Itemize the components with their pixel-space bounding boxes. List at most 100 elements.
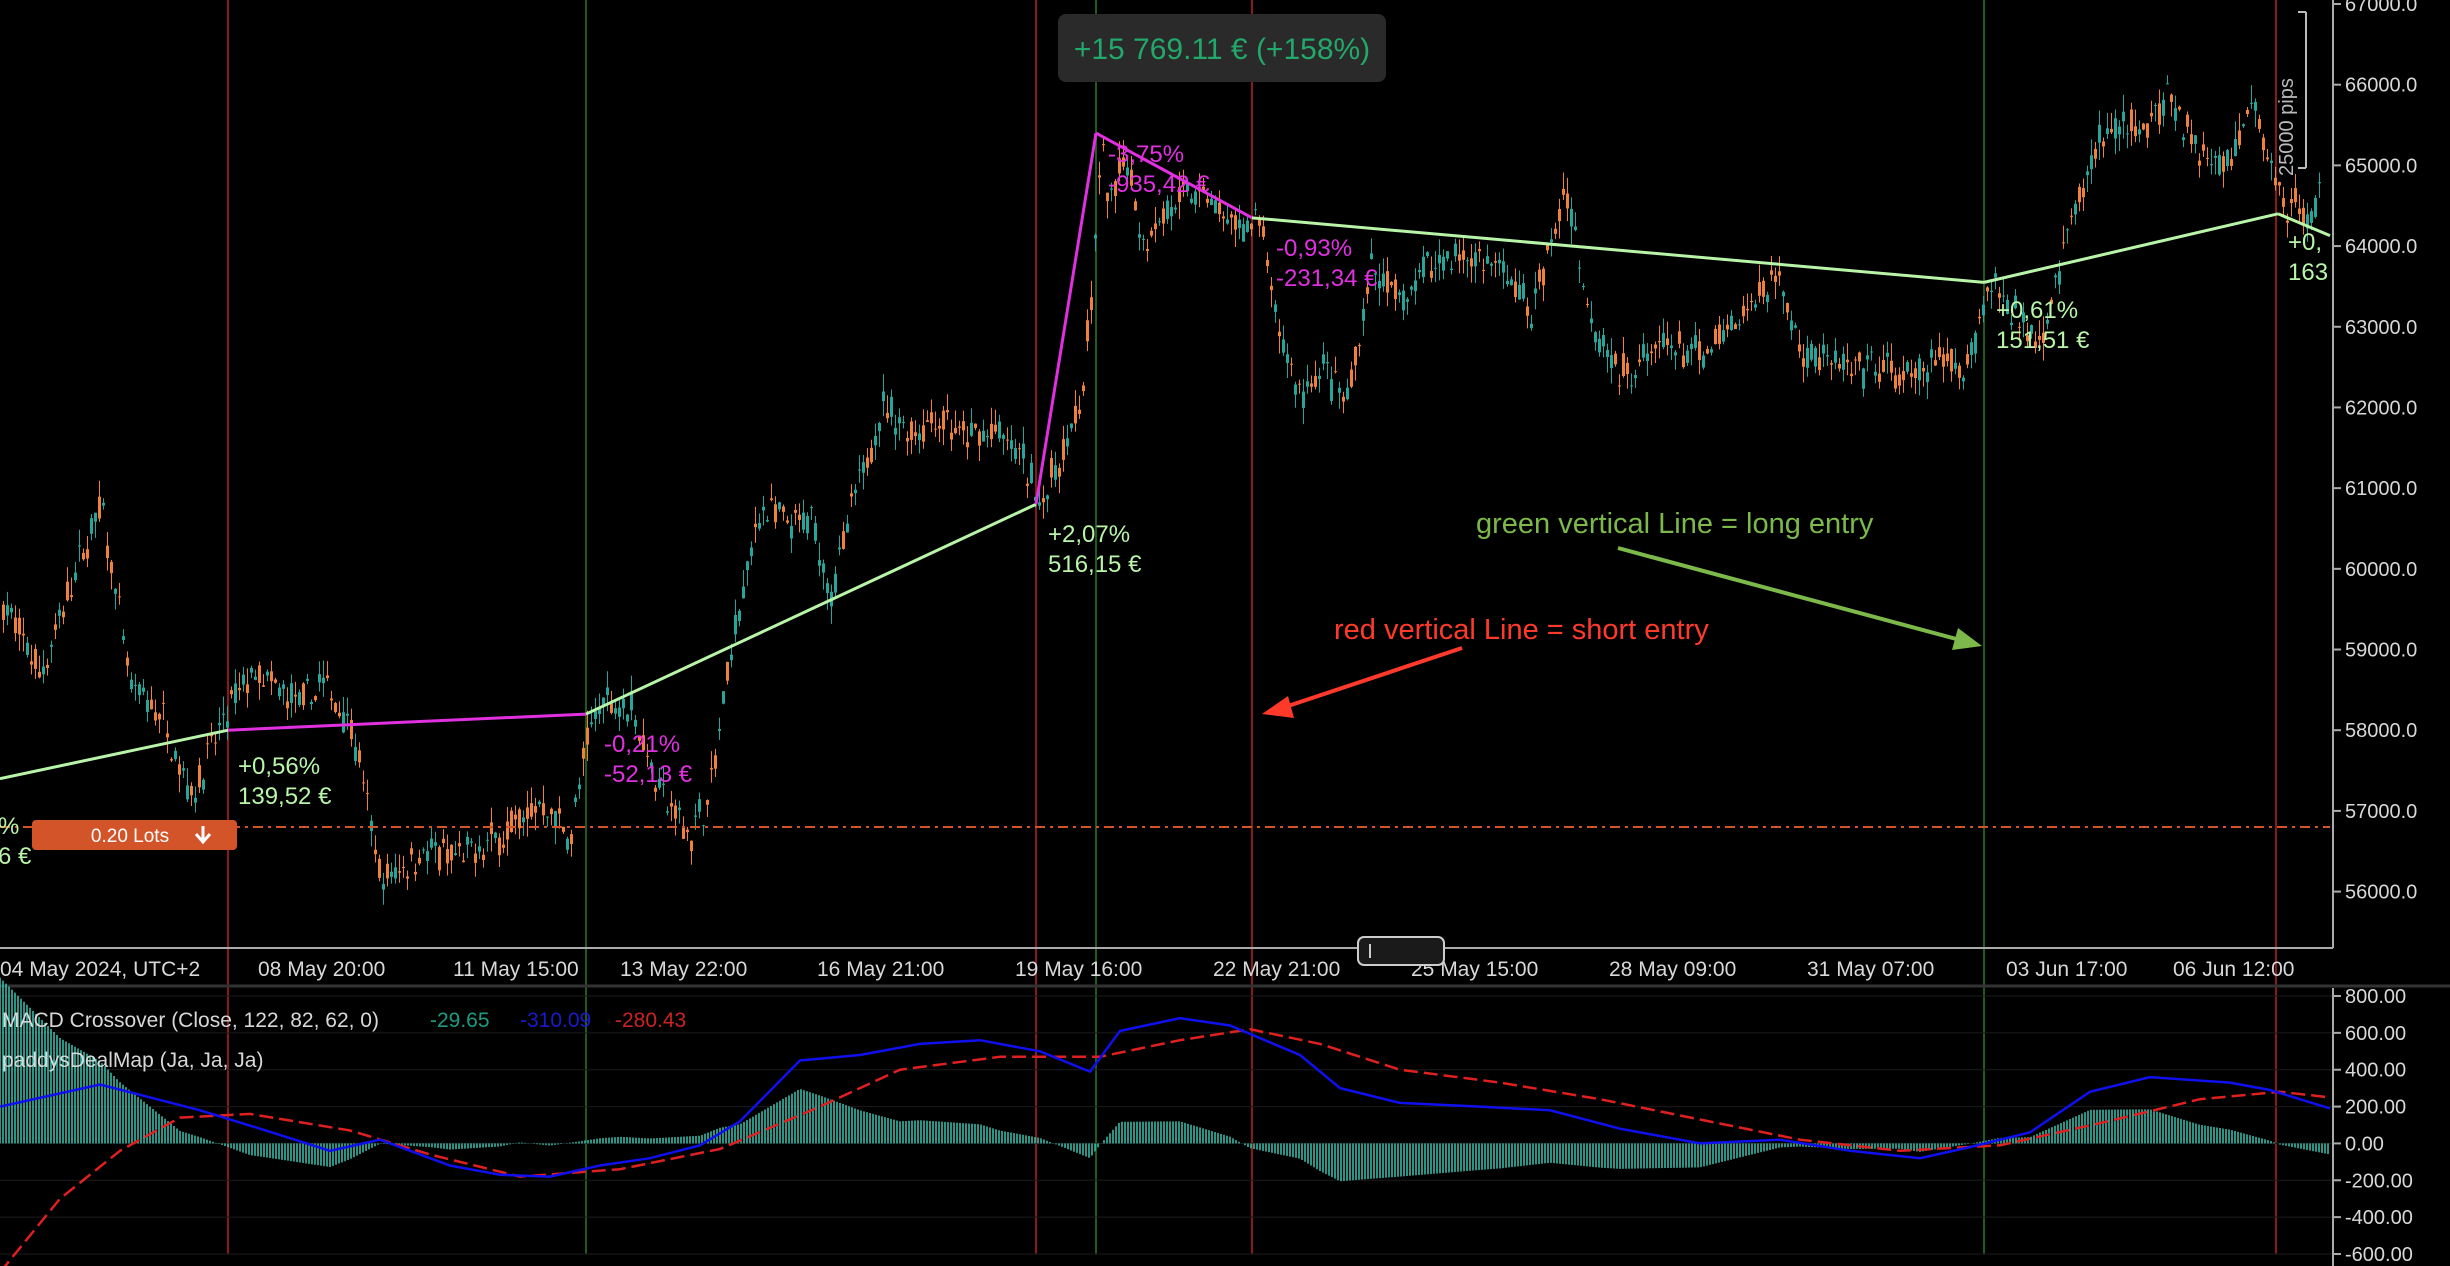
candle-body <box>50 644 53 647</box>
candle-body <box>518 809 521 829</box>
candle-body <box>282 684 285 689</box>
trading-chart[interactable]: % 6 € +0,56% 139,52 € -0,21% -52,13 € +2,07% 51… <box>0 0 2450 1266</box>
candle-body <box>194 797 197 803</box>
candle-body <box>882 391 885 402</box>
candle-body <box>794 509 797 513</box>
trade-label-amount: -52,13 € <box>604 761 693 788</box>
candle-body <box>126 657 129 666</box>
candle-body <box>1206 198 1209 203</box>
candle-body <box>430 838 433 848</box>
candle-body <box>206 743 209 745</box>
candle-body <box>66 581 69 601</box>
candle-body <box>766 520 769 522</box>
lots-badge[interactable]: 0.20 Lots <box>32 820 237 850</box>
candle-body <box>2142 123 2145 130</box>
candle-body <box>1210 198 1213 205</box>
candle-body <box>1730 315 1733 331</box>
candle-body <box>2174 108 2177 121</box>
candle-body <box>746 561 749 570</box>
candle-body <box>1430 270 1433 278</box>
candle-body <box>1018 448 1021 450</box>
candle-body <box>582 747 585 759</box>
candle-body <box>1238 219 1241 229</box>
candle-body <box>1190 198 1193 203</box>
trade-label-amount: 6 € <box>0 843 32 870</box>
candle-body <box>290 683 293 703</box>
candle-body <box>970 422 973 436</box>
candle-body <box>458 843 461 847</box>
candle-body <box>814 523 817 541</box>
candle-body <box>142 687 145 692</box>
candle-body <box>2234 139 2237 157</box>
candle-body <box>1906 362 1909 372</box>
macd-axis-label: 0.00 <box>2345 1133 2384 1155</box>
candle-body <box>266 671 269 676</box>
candle-body <box>902 421 905 423</box>
trade-label-amount: 139,52 € <box>238 783 332 810</box>
candle-body <box>1650 351 1653 354</box>
profit-badge-text: +15 769.11 € (+158%) <box>1074 33 1370 66</box>
candle-body <box>938 425 941 429</box>
candle-body <box>278 687 281 697</box>
candle-body <box>1714 328 1717 345</box>
candle-body <box>1554 228 1557 234</box>
candle-body <box>538 801 541 805</box>
profit-badge: +15 769.11 € (+158%) <box>1058 14 1386 82</box>
candle-body <box>594 711 597 720</box>
candle-body <box>1530 323 1533 329</box>
candle-body <box>1282 339 1285 353</box>
candle-body <box>898 417 901 424</box>
candle-body <box>146 699 149 712</box>
candle-body <box>2066 229 2069 231</box>
candle-body <box>1546 244 1549 251</box>
candle-body <box>1862 368 1865 389</box>
candle-body <box>1290 363 1293 365</box>
candle-body <box>1402 290 1405 311</box>
candle-body <box>2090 155 2093 170</box>
candle-body <box>1386 271 1389 293</box>
candle-body <box>294 694 297 697</box>
candle-body <box>1418 270 1421 273</box>
time-label: 19 May 16:00 <box>1015 958 1142 981</box>
pane-splitter-handle[interactable] <box>1357 936 1445 966</box>
candle-body <box>466 836 469 845</box>
candle-body <box>182 768 185 771</box>
candle-body <box>1150 230 1153 236</box>
trade-label-percent: % <box>0 813 19 840</box>
candle-body <box>254 676 257 680</box>
candle-body <box>1518 284 1521 300</box>
candle-body <box>906 438 909 442</box>
candle-body <box>2058 271 2061 285</box>
candle-body <box>494 832 497 839</box>
candle-body <box>1314 376 1317 387</box>
candle-body <box>1222 216 1225 219</box>
candle-body <box>354 746 357 761</box>
candle-body <box>310 701 313 705</box>
candle-body <box>526 807 529 819</box>
candle-body <box>1570 208 1573 227</box>
candle-body <box>914 432 917 437</box>
candle-body <box>1670 345 1673 349</box>
candle-body <box>1682 355 1685 367</box>
candle-body <box>170 759 173 761</box>
candle-body <box>1766 294 1769 303</box>
candle-body <box>726 661 729 681</box>
macd-legend[interactable]: MACD Crossover (Close, 122, 82, 62, 0) -… <box>2 1009 686 1032</box>
candle-body <box>1070 423 1073 429</box>
candle-body <box>122 636 125 640</box>
time-label: 08 May 20:00 <box>258 958 385 981</box>
candle-body <box>1574 226 1577 231</box>
candle-body <box>1170 207 1173 217</box>
candle-body <box>470 841 473 843</box>
candle-body <box>1006 439 1009 441</box>
dealmap-legend[interactable]: paddysDealMap (Ja, Ja, Ja) <box>2 1049 263 1072</box>
candle-body <box>1674 352 1677 356</box>
candle-body <box>1298 383 1301 385</box>
candle-body <box>1058 467 1061 477</box>
candle-body <box>1506 280 1509 285</box>
candle-body <box>1326 361 1329 364</box>
candle-body <box>1226 219 1229 224</box>
candle-body <box>1254 209 1257 211</box>
price-label: 62000.0 <box>2345 397 2417 419</box>
candle-body <box>82 552 85 560</box>
